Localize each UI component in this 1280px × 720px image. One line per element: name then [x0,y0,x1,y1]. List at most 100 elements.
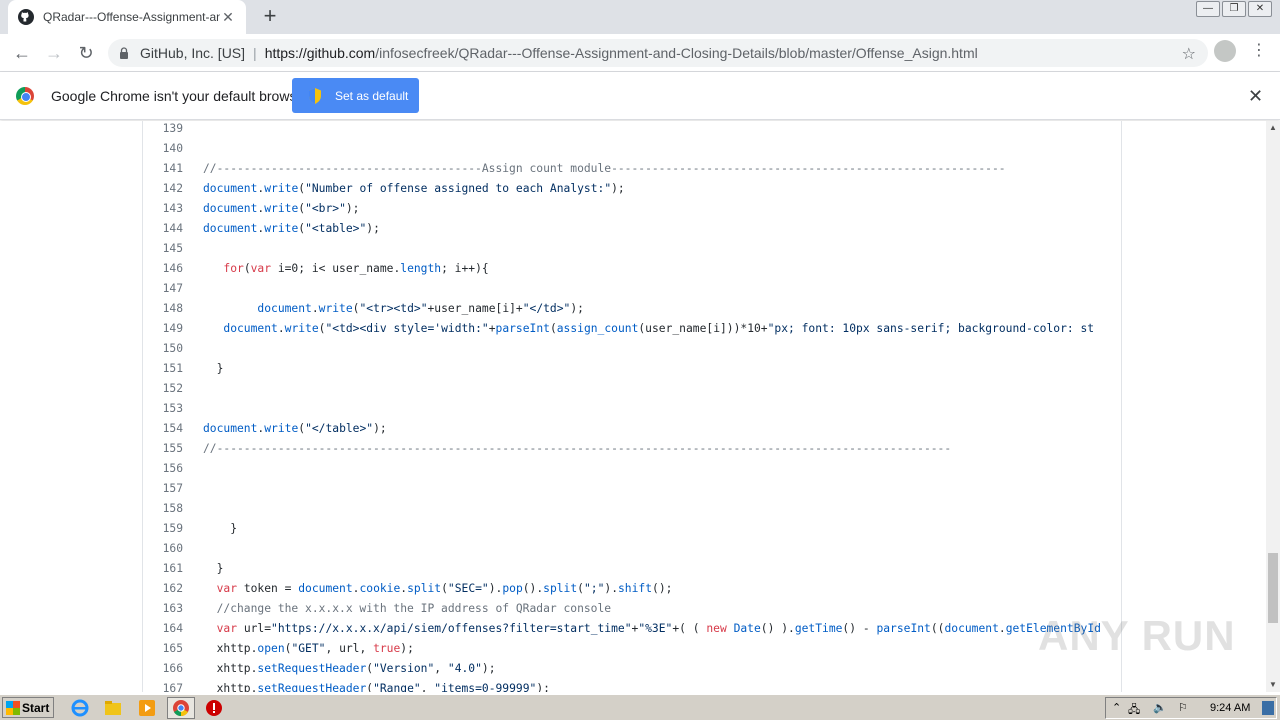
line-number[interactable]: 144 [143,219,183,239]
infobar-close-icon[interactable]: ✕ [1248,86,1263,107]
code-line: 140 [143,139,1121,159]
code-text: document.write("<table>"); [203,222,380,235]
line-number[interactable]: 141 [143,159,183,179]
line-number[interactable]: 147 [143,279,183,299]
chrome-logo-icon [16,87,34,105]
code-line: 166 xhttp.setRequestHeader("Version", "4… [143,659,1121,679]
scroll-up-icon[interactable]: ▲ [1266,121,1280,135]
reload-icon[interactable]: ↻ [74,41,98,65]
line-number[interactable]: 155 [143,439,183,459]
tab-strip: QRadar---Offense-Assignment-and- ✕ + — ❐… [0,0,1280,34]
window-controls: — ❐ ✕ [1196,1,1272,17]
ie-icon[interactable] [70,698,90,718]
code-text: document.write("<br>"); [203,202,360,215]
code-line: 153 [143,399,1121,419]
show-desktop-icon[interactable] [1262,701,1274,715]
restore-icon[interactable]: ❐ [1222,1,1246,17]
action-center-flag-icon[interactable]: ⚐ [1178,701,1188,714]
line-number[interactable]: 158 [143,499,183,519]
line-number[interactable]: 167 [143,679,183,692]
start-button[interactable]: Start [2,697,54,718]
line-number[interactable]: 151 [143,359,183,379]
menu-icon[interactable]: ⋮ [1250,40,1268,64]
line-number[interactable]: 159 [143,519,183,539]
separator: | [253,45,257,61]
code-line: 165 xhttp.open("GET", url, true); [143,639,1121,659]
scrollbar-thumb[interactable] [1268,553,1278,623]
infobar-message: Google Chrome isn't your default browser [51,88,309,104]
line-number[interactable]: 153 [143,399,183,419]
tray-expand-icon[interactable]: ⌃ [1112,701,1121,714]
code-text: } [203,522,238,535]
start-label: Start [22,700,50,715]
line-number[interactable]: 152 [143,379,183,399]
explorer-folder-icon[interactable] [103,698,123,718]
code-text: //--------------------------------------… [203,162,1006,175]
bookmark-star-icon[interactable]: ☆ [1182,44,1196,64]
code-line: 151 } [143,359,1121,379]
line-number[interactable]: 163 [143,599,183,619]
stop-icon[interactable] [204,698,224,718]
volume-icon[interactable]: 🔈 [1153,701,1167,714]
line-number[interactable]: 140 [143,139,183,159]
browser-toolbar: ← → ↻ GitHub, Inc. [US] | https://github… [0,34,1280,72]
line-number[interactable]: 139 [143,121,183,139]
code-line: 167 xhttp.setRequestHeader("Range", "ite… [143,679,1121,692]
clock[interactable]: 9:24 AM [1210,702,1250,714]
code-line: 142 document.write("Number of offense ass… [143,179,1121,199]
code-line: 150 [143,339,1121,359]
line-number[interactable]: 162 [143,579,183,599]
line-number[interactable]: 156 [143,459,183,479]
browser-tab[interactable]: QRadar---Offense-Assignment-and- ✕ [8,0,246,34]
line-number[interactable]: 166 [143,659,183,679]
site-identity: GitHub, Inc. [US] [140,45,246,61]
line-number[interactable]: 157 [143,479,183,499]
line-number[interactable]: 149 [143,319,183,339]
code-line: 158 [143,499,1121,519]
forward-icon[interactable]: → [42,41,66,65]
uac-shield-icon [309,87,321,104]
code-line: 144 document.write("<table>"); [143,219,1121,239]
code-line: 149 document.write("<td><div style='widt… [143,319,1121,339]
profile-avatar[interactable] [1214,40,1236,62]
page-content: 139 140 141 //-----------------------------… [0,121,1266,692]
minimize-icon[interactable]: — [1196,1,1220,17]
set-as-default-button[interactable]: Set as default [292,78,419,113]
window-close-icon[interactable]: ✕ [1248,1,1272,17]
media-player-icon[interactable] [137,698,157,718]
anyrun-watermark: ANY RUN [1038,612,1236,659]
address-bar[interactable]: GitHub, Inc. [US] | https://github.com /… [108,39,1208,67]
code-line: 148 document.write("<tr><td>"+user_name[… [143,299,1121,319]
code-text: var url="https://x.x.x.x/api/siem/offens… [216,622,1101,635]
new-tab-button[interactable]: + [258,5,282,28]
code-text: //change the x.x.x.x with the IP address… [203,602,612,615]
chrome-icon [171,698,191,718]
line-number[interactable]: 164 [143,619,183,639]
code-line: 159 } [143,519,1121,539]
network-icon[interactable]: 🖧 [1128,701,1140,720]
code-line: 164 var url="https://x.x.x.x/api/siem/of… [143,619,1121,639]
tab-close-icon[interactable]: ✕ [220,9,236,25]
line-number[interactable]: 154 [143,419,183,439]
vertical-scrollbar[interactable]: ▲ ▼ [1266,121,1280,692]
line-number[interactable]: 165 [143,639,183,659]
line-number[interactable]: 142 [143,179,183,199]
line-number[interactable]: 148 [143,299,183,319]
code-text: document.write("</table>"); [203,422,387,435]
line-number[interactable]: 150 [143,339,183,359]
line-number[interactable]: 143 [143,199,183,219]
github-icon [18,9,34,25]
code-line: 141 //-----------------------------------… [143,159,1121,179]
code-line: 163 //change the x.x.x.x with the IP add… [143,599,1121,619]
scroll-down-icon[interactable]: ▼ [1266,678,1280,692]
line-number[interactable]: 146 [143,259,183,279]
windows-taskbar: Start ⌃ 🖧 🔈 ⚐ 9:24 AM [0,694,1280,720]
line-number[interactable]: 160 [143,539,183,559]
lock-icon [120,47,128,59]
line-number[interactable]: 145 [143,239,183,259]
code-line: 143 document.write("<br>"); [143,199,1121,219]
back-icon[interactable]: ← [10,41,34,65]
code-line: 155 //-----------------------------------… [143,439,1121,459]
code-line: 156 [143,459,1121,479]
line-number[interactable]: 161 [143,559,183,579]
